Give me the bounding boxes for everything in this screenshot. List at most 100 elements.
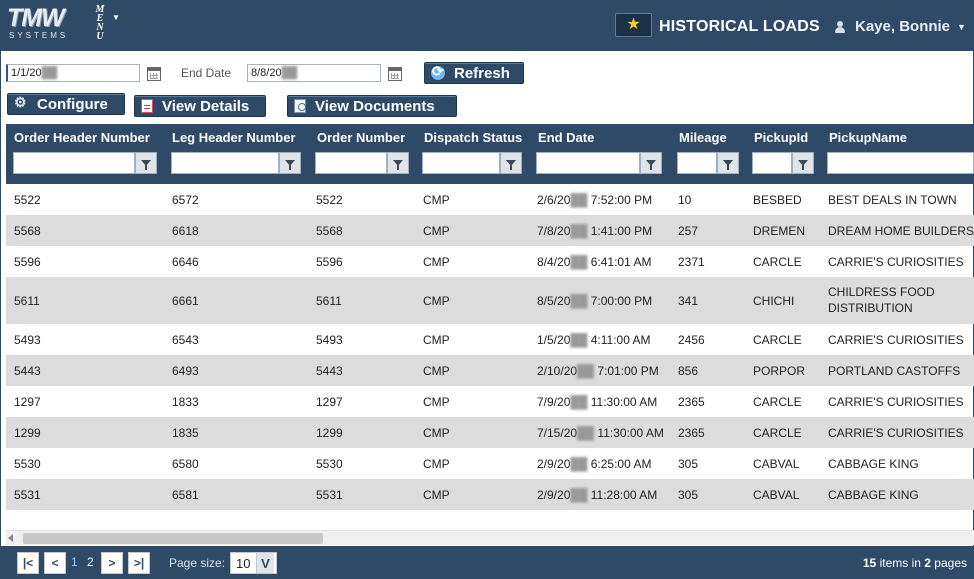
end-date-input[interactable]: 8/8/20██ [247, 64, 381, 82]
page-number-2[interactable]: 2 [87, 555, 94, 569]
user-menu[interactable]: Kaye, Bonnie ▼ [834, 18, 966, 35]
filter-input-dispatch-status[interactable] [422, 152, 500, 174]
menu-button[interactable]: MENU [94, 5, 106, 42]
table-row[interactable]: 1299 1835 1299 CMP 7/15/20██ 11:30:00 AM 2365… [6, 417, 974, 448]
next-page-button[interactable]: > [101, 552, 123, 574]
pages-label: pages [934, 556, 967, 570]
start-date-input[interactable]: 1/1/20██ [6, 64, 140, 82]
user-name: Kaye, Bonnie [855, 18, 951, 35]
cell-pickup-name: CABBAGE KING [828, 456, 919, 471]
view-documents-button[interactable]: View Documents [287, 95, 457, 117]
tmw-logo[interactable]: TMW SYSTEMS [7, 5, 87, 45]
end-date-day: 8/4/20 [537, 254, 571, 269]
cell-pickup-name: CABBAGE KING [828, 487, 919, 502]
table-row[interactable]: 5531 6581 5531 CMP 2/9/20██ 11:28:00 AM 305 CA… [6, 479, 974, 510]
column-header-order-header-number[interactable]: Order Header Number [14, 130, 150, 145]
filter-input-order-number[interactable] [315, 152, 387, 174]
total-pages: 2 [924, 556, 931, 570]
start-date-value: 1/1/20 [11, 67, 42, 79]
cell-leg-header-number: 6661 [172, 293, 199, 308]
filter-button-order-header-number[interactable] [135, 152, 157, 174]
column-header-end-date[interactable]: End Date [538, 130, 594, 145]
filter-input-pickup-name[interactable] [827, 152, 974, 174]
cell-pickup-name: CARRIE'S CURIOSITIES [828, 394, 964, 409]
previous-page-button[interactable]: < [44, 552, 66, 574]
column-header-leg-header-number[interactable]: Leg Header Number [172, 130, 296, 145]
end-date-day: 1/5/20 [537, 332, 571, 347]
view-details-label: View Details [162, 97, 250, 115]
column-header-order-number[interactable]: Order Number [317, 130, 405, 145]
page-size-select[interactable]: 10 V [230, 552, 277, 574]
cell-pickup-name: DREAM HOME BUILDERS [828, 223, 974, 238]
table-row[interactable]: 5530 6580 5530 CMP 2/9/20██ 6:25:00 AM 305 CAB… [6, 448, 974, 479]
page-size-label: Page size: [169, 556, 226, 570]
cell-end-date: 7/15/20██ 11:30:00 AM [537, 426, 664, 440]
filter-button-mileage[interactable] [717, 152, 739, 174]
filter-button-dispatch-status[interactable] [500, 152, 522, 174]
filter-button-order-number[interactable] [387, 152, 409, 174]
filter-icon [141, 160, 151, 170]
table-row[interactable]: 1297 1833 1297 CMP 7/9/20██ 11:30:00 AM 2365 C… [6, 386, 974, 417]
start-date-calendar-icon[interactable] [147, 67, 161, 81]
page-size-dropdown-button[interactable]: V [256, 553, 274, 573]
end-date-day: 7/8/20 [537, 223, 571, 238]
cell-order-header-number: 5531 [14, 487, 41, 502]
cell-pickup-id: CARCLE [753, 394, 802, 409]
cell-order-header-number: 5530 [14, 456, 41, 471]
table-row[interactable]: 5568 6618 5568 CMP 7/8/20██ 1:41:00 PM 257 DRE… [6, 215, 974, 246]
scrollbar-thumb[interactable] [23, 533, 323, 544]
table-row[interactable]: 5596 6646 5596 CMP 8/4/20██ 6:41:01 AM 2371 CA… [6, 246, 974, 277]
cell-end-date: 2/9/20██ 6:25:00 AM [537, 457, 651, 471]
filter-input-leg-header-number[interactable] [171, 152, 279, 174]
cell-order-number: 5611 [316, 293, 342, 308]
grid-header: Order Header Number Leg Header Number Or… [6, 124, 974, 184]
user-icon [834, 20, 846, 33]
view-details-button[interactable]: View Details [134, 95, 266, 117]
cell-dispatch-status: CMP [423, 425, 450, 440]
column-header-pickup-id[interactable]: PickupId [754, 130, 808, 145]
cell-end-date: 1/5/20██ 4:11:00 AM [537, 333, 651, 347]
filter-button-pickup-id[interactable] [792, 152, 814, 174]
filter-input-pickup-id[interactable] [752, 152, 792, 174]
chevron-down-icon: ▼ [957, 21, 966, 32]
filter-input-mileage[interactable] [677, 152, 717, 174]
menu-caret-icon[interactable]: ▼ [112, 13, 120, 22]
configure-button[interactable]: Configure [7, 93, 125, 115]
end-date-calendar-icon[interactable] [388, 67, 402, 81]
column-header-pickup-name[interactable]: PickupName [829, 130, 907, 145]
scroll-left-icon[interactable] [8, 534, 13, 542]
view-documents-label: View Documents [315, 97, 435, 115]
favorite-button[interactable]: ★ [615, 13, 652, 37]
pager-info: 15 items in 2 pages [863, 556, 967, 570]
table-row[interactable]: 5522 6572 5522 CMP 2/6/20██ 7:52:00 PM 10 BESB… [6, 184, 974, 215]
cell-pickup-id: CARCLE [753, 254, 802, 269]
end-date-day: 8/5/20 [537, 293, 571, 308]
app-header: TMW SYSTEMS MENU ▼ ★ HISTORICAL LOADS Ka… [1, 1, 974, 51]
filter-button-end-date[interactable] [640, 152, 662, 174]
table-row[interactable]: 5443 6493 5443 CMP 2/10/20██ 7:01:00 PM 856 PO… [6, 355, 974, 386]
first-page-button[interactable]: |< [17, 552, 39, 574]
last-page-button[interactable]: >| [128, 552, 150, 574]
table-row[interactable]: 5611 6661 5611 CMP 8/5/20██ 7:00:00 PM 341 CHI… [6, 277, 974, 324]
cell-leg-header-number: 6646 [172, 254, 199, 269]
end-date-redacted: ██ [281, 67, 298, 79]
end-date-time: 11:30:00 AM [597, 425, 664, 440]
filter-input-order-header-number[interactable] [13, 152, 135, 174]
end-date-time: 7:01:00 PM [597, 363, 659, 378]
cell-leg-header-number: 6572 [172, 192, 199, 207]
cell-order-header-number: 5611 [14, 293, 40, 308]
cell-order-number: 5522 [316, 192, 343, 207]
cell-dispatch-status: CMP [423, 456, 450, 471]
end-date-redacted: ██ [570, 192, 588, 207]
table-row[interactable]: 5493 6543 5493 CMP 1/5/20██ 4:11:00 AM 2456 CA… [6, 324, 974, 355]
column-header-mileage[interactable]: Mileage [679, 130, 727, 145]
filter-button-leg-header-number[interactable] [279, 152, 301, 174]
refresh-button[interactable]: Refresh [424, 62, 524, 84]
filter-input-end-date[interactable] [536, 152, 640, 174]
page-number-1[interactable]: 1 [71, 555, 78, 569]
end-date-redacted: ██ [570, 332, 588, 347]
column-header-dispatch-status[interactable]: Dispatch Status [424, 130, 522, 145]
cell-end-date: 2/10/20██ 7:01:00 PM [537, 364, 659, 378]
page-title: HISTORICAL LOADS [659, 18, 820, 35]
horizontal-scrollbar[interactable] [6, 530, 974, 545]
